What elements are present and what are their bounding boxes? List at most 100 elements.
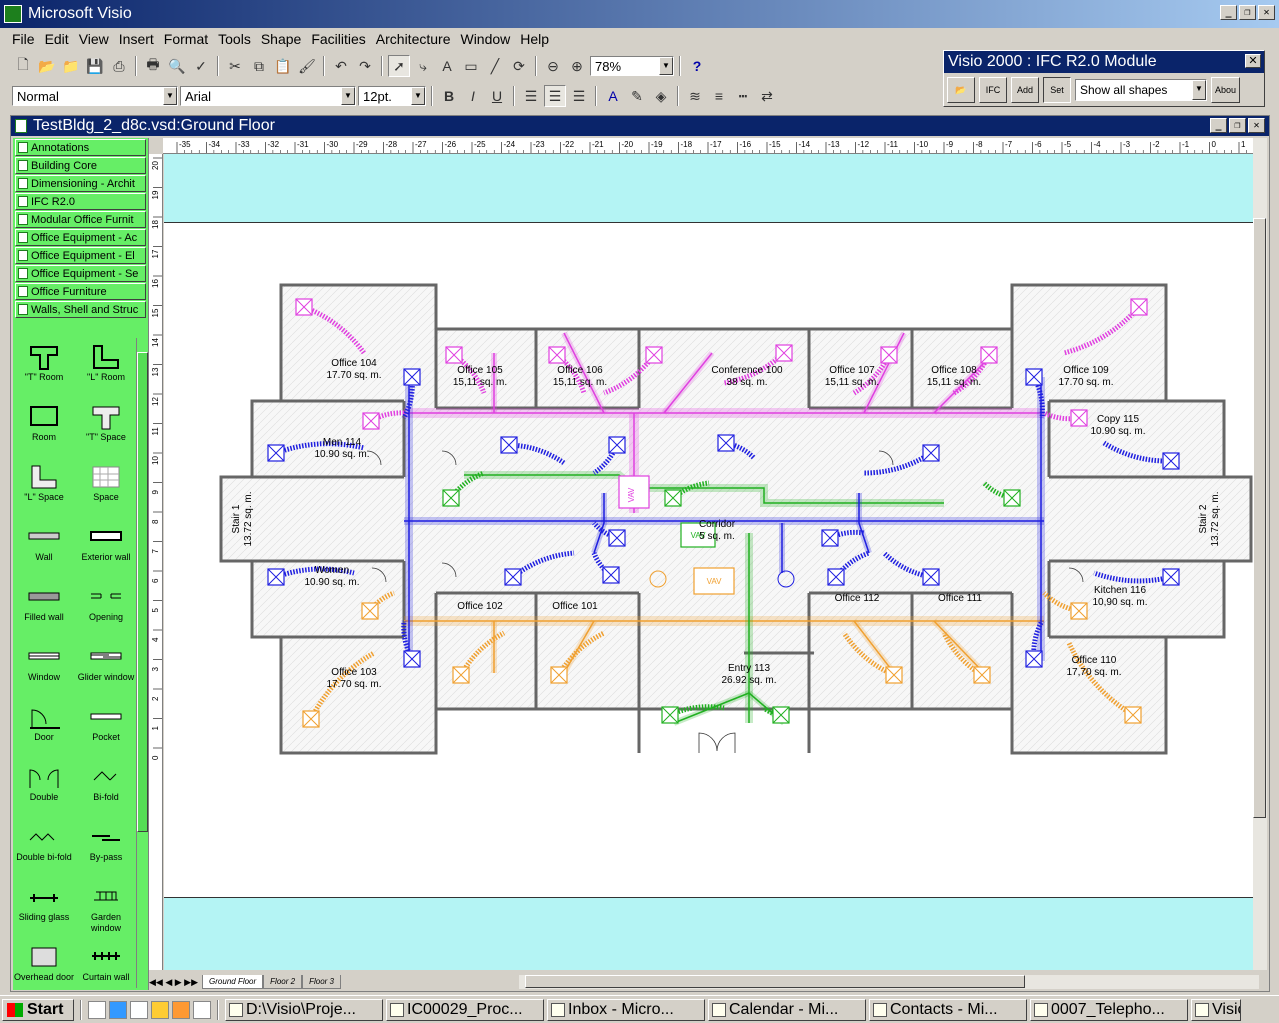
stencil-tab-3[interactable]: IFC R2.0 bbox=[15, 193, 146, 210]
stencil-tab-8[interactable]: Office Furniture bbox=[15, 283, 146, 300]
print-icon[interactable]: 🖶 bbox=[142, 55, 164, 77]
style-select[interactable]: Normal ▼ bbox=[12, 86, 178, 106]
menu-insert[interactable]: Insert bbox=[119, 31, 154, 47]
page-tab-floor-3[interactable]: Floor 3 bbox=[302, 975, 341, 989]
stencil-tab-0[interactable]: Annotations bbox=[15, 139, 146, 156]
layers-icon[interactable]: ≋ bbox=[684, 85, 706, 107]
stencil-open-icon[interactable]: 📁 bbox=[60, 55, 82, 77]
paste-icon[interactable]: 📋 bbox=[272, 55, 294, 77]
master-shape-8[interactable]: Filled wall bbox=[13, 578, 75, 638]
vertical-scrollbar[interactable] bbox=[1253, 138, 1267, 970]
menu-tools[interactable]: Tools bbox=[218, 31, 251, 47]
network-icon[interactable] bbox=[130, 1000, 148, 1019]
zoom-out-icon[interactable]: ⊖ bbox=[542, 55, 564, 77]
ifc-button[interactable]: IFC bbox=[979, 77, 1007, 103]
master-shape-17[interactable]: By-pass bbox=[75, 818, 137, 878]
doc-close-button[interactable]: ✕ bbox=[1248, 118, 1265, 133]
close-button[interactable]: ✕ bbox=[1258, 5, 1275, 20]
master-shape-18[interactable]: Sliding glass bbox=[13, 878, 75, 938]
menu-shape[interactable]: Shape bbox=[261, 31, 301, 47]
master-shape-16[interactable]: Double bi-fold bbox=[13, 818, 75, 878]
format-painter-icon[interactable]: 🖌 bbox=[296, 55, 318, 77]
drawing-canvas[interactable]: VAV VAV VAV Office 104 17.70 sq. m. Office 10… bbox=[164, 154, 1254, 970]
close-icon[interactable]: ✕ bbox=[1245, 54, 1261, 68]
taskbar-task-6[interactable]: Visio bbox=[1191, 998, 1241, 1021]
master-shape-21[interactable]: Curtain wall bbox=[75, 938, 137, 990]
italic-icon[interactable]: I bbox=[462, 85, 484, 107]
floor-plan-drawing[interactable]: VAVVAVVAVOffice 10417.70 sq. m. Office 10… bbox=[164, 223, 1254, 899]
page-nav-arrows[interactable]: ◀◀ ◀ ▶ ▶▶ bbox=[149, 977, 198, 988]
save-icon[interactable]: 💾 bbox=[84, 55, 106, 77]
master-shape-15[interactable]: Bi-fold bbox=[75, 758, 137, 818]
menu-format[interactable]: Format bbox=[164, 31, 208, 47]
master-shape-19[interactable]: Garden window bbox=[75, 878, 137, 938]
ifc-about-button[interactable]: Abou bbox=[1211, 77, 1241, 103]
start-button[interactable]: Start bbox=[2, 998, 74, 1021]
font-size-select[interactable]: 12pt. ▼ bbox=[358, 86, 426, 106]
master-shape-14[interactable]: Double bbox=[13, 758, 75, 818]
page-tab-floor-2[interactable]: Floor 2 bbox=[263, 975, 303, 989]
line-weight-icon[interactable]: ≡ bbox=[708, 85, 730, 107]
chevron-down-icon[interactable]: ▼ bbox=[659, 57, 673, 75]
font-select[interactable]: Arial ▼ bbox=[180, 86, 356, 106]
rectangle-tool-icon[interactable]: ▭ bbox=[460, 55, 482, 77]
undo-icon[interactable]: ↶ bbox=[330, 55, 352, 77]
master-shape-0[interactable]: "T" Room bbox=[13, 338, 75, 398]
menu-file[interactable]: File bbox=[12, 31, 35, 47]
chevron-down-icon[interactable]: ▼ bbox=[411, 87, 425, 105]
ifc-shapes-filter-select[interactable]: Show all shapes ▼ bbox=[1075, 79, 1207, 101]
menu-view[interactable]: View bbox=[79, 31, 109, 47]
stencil-tab-9[interactable]: Walls, Shell and Struc bbox=[15, 301, 146, 318]
taskbar-task-1[interactable]: IC00029_Proc... bbox=[386, 998, 544, 1021]
pointer-tool-icon[interactable]: ➚ bbox=[388, 55, 410, 77]
master-shape-4[interactable]: "L" Space bbox=[13, 458, 75, 518]
bold-icon[interactable]: B bbox=[438, 85, 460, 107]
taskbar-task-5[interactable]: 0007_Telepho... bbox=[1030, 998, 1188, 1021]
line-pattern-icon[interactable]: ┅ bbox=[732, 85, 754, 107]
cut-icon[interactable]: ✂ bbox=[224, 55, 246, 77]
master-shape-2[interactable]: Room bbox=[13, 398, 75, 458]
open-icon[interactable]: 📂 bbox=[36, 55, 58, 77]
horizontal-scrollbar[interactable] bbox=[519, 975, 1259, 989]
ifc-add-button[interactable]: Add bbox=[1011, 77, 1039, 103]
taskbar-task-2[interactable]: Inbox - Micro... bbox=[547, 998, 705, 1021]
menu-edit[interactable]: Edit bbox=[45, 31, 69, 47]
chevron-down-icon[interactable]: ▼ bbox=[163, 87, 177, 105]
zoom-in-icon[interactable]: ⊕ bbox=[566, 55, 588, 77]
master-shape-9[interactable]: Opening bbox=[75, 578, 137, 638]
master-shape-6[interactable]: Wall bbox=[13, 518, 75, 578]
new-icon[interactable]: 🗋 bbox=[12, 55, 34, 77]
master-shape-13[interactable]: Pocket bbox=[75, 698, 137, 758]
master-shape-10[interactable]: Window bbox=[13, 638, 75, 698]
ie-icon[interactable] bbox=[109, 1000, 127, 1019]
text-tool-icon[interactable]: A bbox=[436, 55, 458, 77]
menu-facilities[interactable]: Facilities bbox=[311, 31, 365, 47]
underline-icon[interactable]: U bbox=[486, 85, 508, 107]
print-preview-icon[interactable]: ⎙ bbox=[108, 55, 130, 77]
line-ends-icon[interactable]: ⇄ bbox=[756, 85, 778, 107]
page-tab-ground-floor[interactable]: Ground Floor bbox=[202, 975, 264, 989]
taskbar-task-4[interactable]: Contacts - Mi... bbox=[869, 998, 1027, 1021]
drawing-page[interactable]: VAV VAV VAV Office 104 17.70 sq. m. Office 10… bbox=[164, 222, 1254, 898]
zoom-select[interactable]: 78% ▼ bbox=[590, 56, 674, 76]
master-shape-3[interactable]: "T" Space bbox=[75, 398, 137, 458]
master-shape-1[interactable]: "L" Room bbox=[75, 338, 137, 398]
fill-color-icon[interactable]: ◈ bbox=[650, 85, 672, 107]
line-tool-icon[interactable]: ╱ bbox=[484, 55, 506, 77]
taskbar-task-3[interactable]: Calendar - Mi... bbox=[708, 998, 866, 1021]
line-color-icon[interactable]: ✎ bbox=[626, 85, 648, 107]
preview-icon[interactable]: 🔍 bbox=[166, 55, 188, 77]
align-center-icon[interactable]: ☰ bbox=[544, 85, 566, 107]
stencil-tab-5[interactable]: Office Equipment - Ac bbox=[15, 229, 146, 246]
app-icon[interactable] bbox=[193, 1000, 211, 1019]
stencil-scrollbar[interactable] bbox=[136, 338, 148, 988]
chevron-down-icon[interactable]: ▼ bbox=[341, 87, 355, 105]
master-shape-12[interactable]: Door bbox=[13, 698, 75, 758]
master-shape-20[interactable]: Overhead door bbox=[13, 938, 75, 990]
restore-button[interactable]: ❐ bbox=[1239, 5, 1256, 20]
master-shape-11[interactable]: Glider window bbox=[75, 638, 137, 698]
media-icon[interactable] bbox=[172, 1000, 190, 1019]
outlook-icon[interactable] bbox=[151, 1000, 169, 1019]
rotate-tool-icon[interactable]: ⟳ bbox=[508, 55, 530, 77]
align-left-icon[interactable]: ☰ bbox=[520, 85, 542, 107]
